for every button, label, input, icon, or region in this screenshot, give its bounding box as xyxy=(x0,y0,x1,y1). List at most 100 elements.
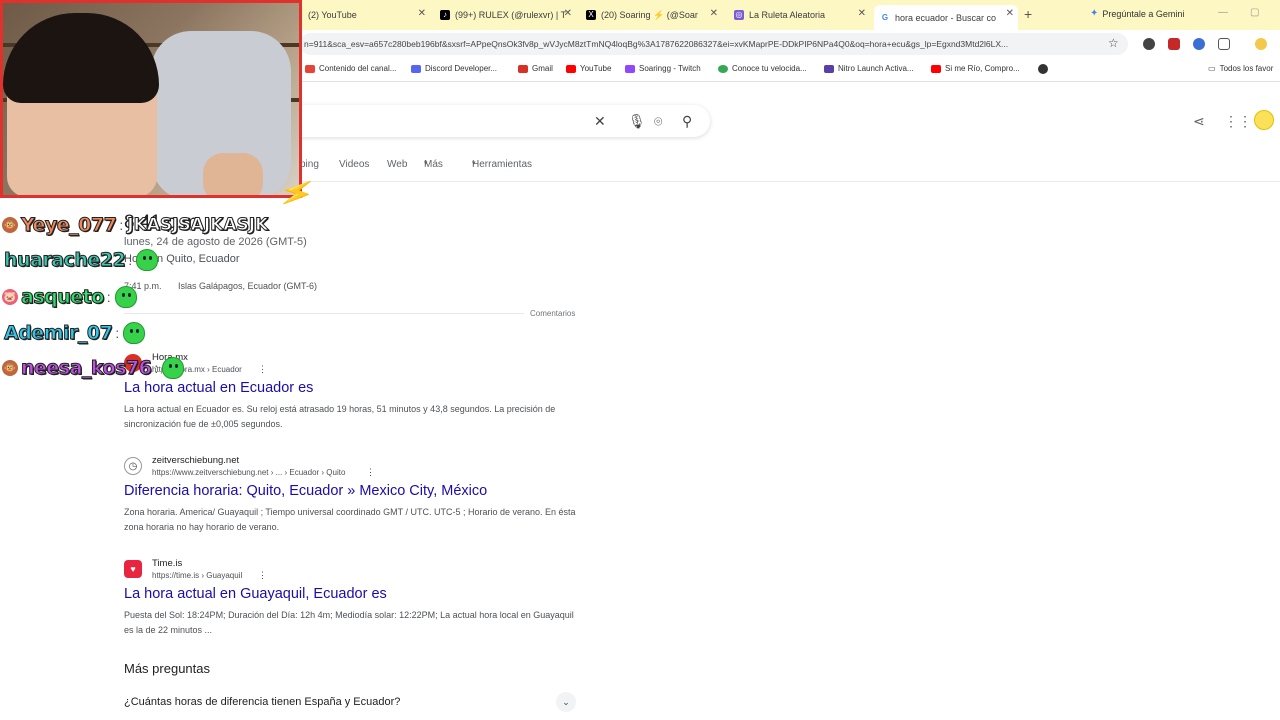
extension-record-icon[interactable] xyxy=(1143,38,1155,50)
tab-tiktok[interactable]: ♪ (99+) RULEX (@rulexvr) | T ✕ xyxy=(434,5,576,25)
bookmark-icon xyxy=(305,64,315,73)
wheel-icon: ◎ xyxy=(734,10,744,20)
bookmark-item[interactable]: Soaringg - Twitch xyxy=(625,64,701,73)
maximize-icon[interactable]: ▢ xyxy=(1250,7,1259,18)
share-icon[interactable]: ⋖ xyxy=(1193,113,1205,130)
result-title[interactable]: La hora actual en Ecuador es xyxy=(124,380,313,396)
bookmark-label: Nitro Launch Activa... xyxy=(838,64,914,73)
bookmark-item[interactable] xyxy=(1038,64,1048,74)
chat-line: 🐷 asqueto : xyxy=(0,284,137,310)
tab-youtube[interactable]: (2) YouTube ✕ xyxy=(302,5,430,25)
filter-shopping[interactable]: ping xyxy=(300,159,319,170)
chevron-down-icon[interactable]: ⌄ xyxy=(556,692,576,712)
bookmark-label: YouTube xyxy=(580,64,612,73)
bookmark-label: Todos los favor xyxy=(1219,64,1274,73)
extension-red-icon[interactable] xyxy=(1168,38,1180,50)
bookmark-item[interactable]: YouTube xyxy=(566,64,611,73)
address-bar[interactable]: n=911&sca_esv=a657c280beb196bf&sxsrf=APp… xyxy=(300,33,1128,55)
speedtest-icon xyxy=(718,64,728,73)
more-questions-heading: Más preguntas xyxy=(124,661,210,676)
search-result: ● Hora.mx https://hora.mx › Ecuador ⋮ La… xyxy=(124,352,594,432)
chat-separator: : xyxy=(119,217,124,233)
search-icon[interactable]: ⚲ xyxy=(682,113,692,130)
extension-blue-icon[interactable] xyxy=(1193,38,1205,50)
bookmark-star-icon[interactable]: ☆ xyxy=(1108,36,1119,50)
close-icon[interactable]: ✕ xyxy=(1006,8,1014,19)
result-url[interactable]: https://time.is › Guayaquil xyxy=(152,571,242,580)
result-snippet: Zona horaria. America/ Guayaquil ; Tiemp… xyxy=(124,507,576,532)
microphone-icon[interactable]: 🎙 xyxy=(628,113,646,130)
alt-location: Islas Galápagos, Ecuador (GMT-6) xyxy=(178,281,318,291)
close-icon[interactable]: ✕ xyxy=(418,8,426,19)
bookmark-item[interactable]: Nitro Launch Activa... xyxy=(824,64,914,73)
google-icon: G xyxy=(880,12,890,23)
bookmark-item[interactable]: Contenido del canal... xyxy=(305,64,396,73)
close-icon[interactable]: ✕ xyxy=(564,8,572,19)
bookmark-label: Contenido del canal... xyxy=(319,64,397,73)
lens-camera-icon[interactable]: ⌾ xyxy=(654,113,662,130)
gemini-sparkle-icon: ✦ xyxy=(1090,8,1099,19)
streamer-hair xyxy=(3,13,159,103)
filter-videos[interactable]: Videos xyxy=(339,159,369,170)
x-icon: X xyxy=(586,10,596,20)
faq-question[interactable]: ¿Cuántas horas de diferencia tienen Espa… xyxy=(124,696,400,708)
divider xyxy=(124,313,524,314)
result-snippet: La hora actual en Ecuador es. Su reloj e… xyxy=(124,404,556,429)
extensions-puzzle-icon[interactable] xyxy=(1218,38,1230,50)
close-icon[interactable]: ✕ xyxy=(858,8,866,19)
chat-username: neesa_kos76 xyxy=(20,357,152,380)
bookmark-label: Discord Developer... xyxy=(425,64,498,73)
comments-link[interactable]: Comentarios xyxy=(530,309,575,318)
search-result: ♥ Time.is https://time.is › Guayaquil ⋮ … xyxy=(124,558,594,638)
more-options-icon[interactable]: ⋮ xyxy=(258,364,267,375)
chat-message: JKASJSAJKASJK xyxy=(127,215,269,236)
minimize-icon[interactable]: — xyxy=(1218,7,1228,18)
result-site[interactable]: Time.is xyxy=(152,558,182,569)
search-box[interactable]: ✕ 🎙 ⌾ ⚲ xyxy=(290,105,710,137)
result-url[interactable]: https://www.zeitverschiebung.net › ... ›… xyxy=(152,468,345,477)
result-title[interactable]: Diferencia horaria: Quito, Ecuador » Mex… xyxy=(124,483,487,499)
new-tab-button[interactable]: + xyxy=(1024,6,1032,22)
chat-separator: : xyxy=(106,289,111,305)
tab-x[interactable]: X (20) Soaring ⚡ (@Soar ✕ xyxy=(580,5,722,25)
bookmark-item[interactable]: Discord Developer... xyxy=(411,64,497,73)
more-options-icon[interactable]: ⋮ xyxy=(366,467,375,478)
clear-icon[interactable]: ✕ xyxy=(594,113,606,130)
result-site[interactable]: zeitverschiebung.net xyxy=(152,455,239,466)
gmail-icon xyxy=(518,64,528,73)
chat-username: Yeye_077 xyxy=(20,214,117,237)
more-options-icon[interactable]: ⋮ xyxy=(258,570,267,581)
apps-grid-icon[interactable]: ⋮⋮ xyxy=(1224,113,1252,130)
gemini-button[interactable]: ✦ Pregúntale a Gemini xyxy=(1090,8,1184,19)
bookmark-label: Conoce tu velocida... xyxy=(732,64,807,73)
tab-title: La Ruleta Aleatoria xyxy=(749,10,826,20)
dropdown-arrow-icon: ▾ xyxy=(472,160,476,167)
chat-separator: : xyxy=(128,252,133,268)
filter-web[interactable]: Web xyxy=(387,159,407,170)
bookmark-item[interactable]: Si me Río, Compro... xyxy=(931,64,1020,73)
timeis-icon: ♥ xyxy=(124,560,142,578)
account-avatar[interactable] xyxy=(1254,110,1274,130)
webcam-overlay xyxy=(0,0,302,198)
result-title[interactable]: La hora actual en Guayaquil, Ecuador es xyxy=(124,586,387,602)
chat-line: huarache22 : xyxy=(0,247,159,273)
globe-icon xyxy=(1038,64,1048,74)
search-result: ◷ zeitverschiebung.net https://www.zeitv… xyxy=(124,455,594,535)
bookmark-label: Soaringg - Twitch xyxy=(639,64,701,73)
streamer-hand xyxy=(203,153,263,195)
nitro-icon xyxy=(824,64,834,73)
chat-separator: : xyxy=(115,325,120,341)
divider xyxy=(290,181,1280,182)
tab-google-search[interactable]: G hora ecuador - Buscar co ✕ xyxy=(874,5,1018,30)
bookmark-item[interactable]: Conoce tu velocida... xyxy=(718,64,807,73)
bookmark-item[interactable]: Gmail xyxy=(518,64,553,73)
profile-avatar-icon[interactable] xyxy=(1255,38,1267,50)
all-bookmarks-folder[interactable]: ▭ Todos los favor xyxy=(1208,64,1273,73)
twitch-icon xyxy=(625,64,635,73)
tab-ruleta[interactable]: ◎ La Ruleta Aleatoria ✕ xyxy=(728,5,870,25)
close-icon[interactable]: ✕ xyxy=(710,8,718,19)
chat-line: 🐵 Yeye_077 : JKASJSAJKASJK xyxy=(0,212,269,238)
tab-title: (20) Soaring ⚡ (@Soar xyxy=(601,9,698,20)
chat-separator: : xyxy=(154,360,159,376)
discord-icon xyxy=(411,64,421,73)
